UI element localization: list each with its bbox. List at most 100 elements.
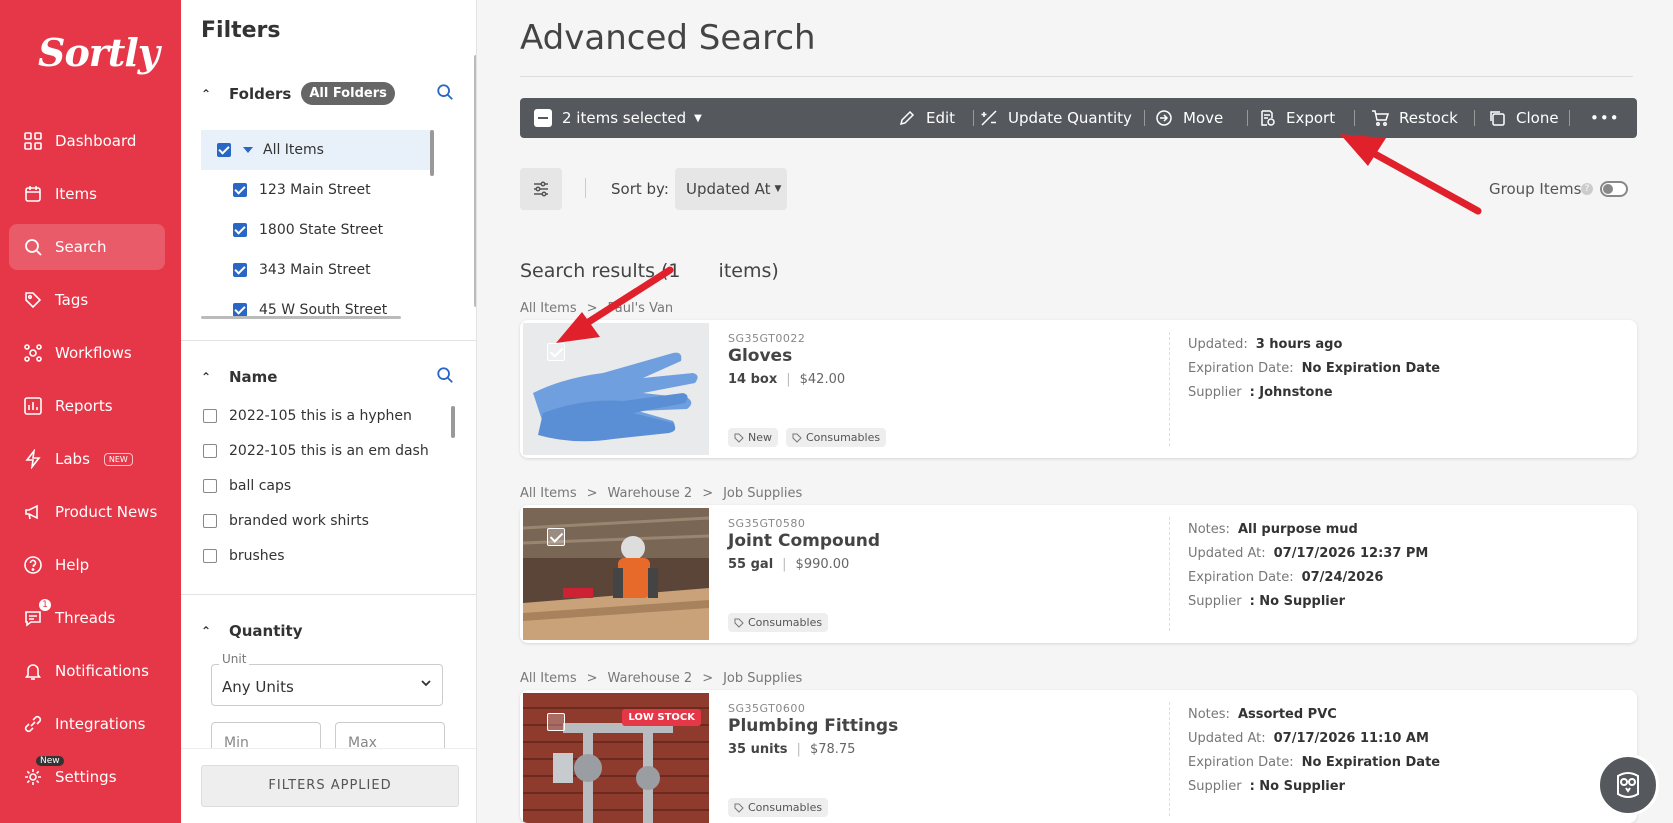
item-quantity: 14 box | $42.00: [728, 372, 845, 387]
breadcrumb-item[interactable]: Warehouse 2: [608, 486, 693, 501]
checkbox[interactable]: [203, 548, 217, 563]
folder-item[interactable]: 343 Main Street: [201, 250, 431, 290]
name-list-scrollbar[interactable]: [451, 406, 455, 438]
name-item[interactable]: ball caps: [203, 468, 433, 503]
folder-search-icon[interactable]: [436, 83, 454, 101]
item-name[interactable]: Joint Compound: [728, 531, 880, 551]
deselect-checkbox[interactable]: [534, 109, 552, 127]
folder-list-hscrollbar[interactable]: [201, 316, 401, 319]
name-section-header[interactable]: ⌃ Name: [201, 368, 277, 386]
separator: [973, 110, 974, 126]
checkbox[interactable]: [203, 478, 217, 493]
folder-label: 123 Main Street: [259, 182, 371, 198]
restock-button[interactable]: Restock: [1371, 98, 1458, 138]
folder-list-scrollbar[interactable]: [430, 130, 434, 176]
folder-item[interactable]: 45 W South Street: [201, 290, 431, 316]
divider: [520, 76, 1633, 77]
breadcrumb-item[interactable]: Paul's Van: [608, 301, 674, 316]
checkbox[interactable]: [217, 143, 231, 157]
breadcrumb-item[interactable]: All Items: [520, 301, 577, 316]
breadcrumb-item[interactable]: Job Supplies: [723, 671, 802, 686]
item-select-checkbox[interactable]: [547, 343, 565, 361]
tag-chip[interactable]: Consumables: [728, 613, 829, 632]
selection-dropdown[interactable]: 2 items selected ▼: [534, 98, 702, 138]
unit-select[interactable]: Any Units: [211, 664, 443, 706]
item-select-checkbox[interactable]: [547, 713, 565, 731]
tag-chip[interactable]: Consumables: [786, 428, 887, 447]
nav-tags[interactable]: Tags: [9, 277, 165, 323]
nav-settings[interactable]: New Settings: [9, 754, 165, 800]
meta-row: Supplier: No Supplier: [1188, 589, 1428, 613]
folder-label: All Items: [263, 142, 324, 158]
name-item[interactable]: 2022-105 this is an em dash: [203, 433, 433, 468]
folder-item[interactable]: 1800 State Street: [201, 210, 431, 250]
checkbox[interactable]: [203, 408, 217, 423]
folder-item-all-items[interactable]: All Items: [201, 130, 431, 170]
nav-labs[interactable]: Labs NEW: [9, 436, 165, 482]
folders-section-header[interactable]: ⌃ Folders All Folders: [201, 82, 395, 105]
sortly-logo[interactable]: Sortly: [38, 30, 160, 75]
edit-button[interactable]: Edit: [898, 98, 955, 138]
move-button[interactable]: Move: [1155, 98, 1223, 138]
breadcrumb-item[interactable]: All Items: [520, 671, 577, 686]
filter-toggle-button[interactable]: [520, 168, 562, 210]
separator: |: [796, 742, 801, 757]
checkbox[interactable]: [203, 443, 217, 458]
item-select-checkbox[interactable]: [547, 528, 565, 546]
tag-chip[interactable]: Consumables: [728, 798, 829, 817]
quantity-value: 35 units: [728, 742, 788, 757]
all-folders-pill[interactable]: All Folders: [301, 82, 395, 105]
item-sku: SG35GT0022: [728, 332, 806, 345]
name-label: brushes: [229, 547, 285, 564]
nav-label: Labs: [55, 450, 90, 468]
breadcrumb-item[interactable]: Job Supplies: [723, 486, 802, 501]
gear-icon: [25, 769, 41, 785]
nav-product-news[interactable]: Product News: [9, 489, 165, 535]
nav-dashboard[interactable]: Dashboard: [9, 118, 165, 164]
breadcrumb-item[interactable]: Warehouse 2: [608, 671, 693, 686]
item-name[interactable]: Plumbing Fittings: [728, 716, 898, 736]
nav-threads[interactable]: 1 Threads: [9, 595, 165, 641]
checkbox[interactable]: [233, 303, 247, 316]
item-sku: SG35GT0580: [728, 517, 806, 530]
nav-notifications[interactable]: Notifications: [9, 648, 165, 694]
nav-items[interactable]: Items: [9, 171, 165, 217]
nav-workflows[interactable]: Workflows: [9, 330, 165, 376]
item-card[interactable]: LOW STOCK SG35GT0600 Plumbing Fittings 3…: [520, 690, 1637, 823]
folder-item[interactable]: 123 Main Street: [201, 170, 431, 210]
checkbox[interactable]: [203, 513, 217, 528]
name-item[interactable]: brushes: [203, 538, 433, 573]
folder-label: 45 W South Street: [259, 302, 388, 316]
update-quantity-button[interactable]: Update Quantity: [980, 98, 1132, 138]
help-chat-button[interactable]: [1597, 754, 1659, 816]
name-item[interactable]: 2022-105 this is a hyphen: [203, 398, 433, 433]
quantity-section-header[interactable]: ⌃ Quantity: [201, 622, 303, 640]
item-name[interactable]: Gloves: [728, 346, 792, 366]
nav-search[interactable]: Search: [9, 224, 165, 270]
nav-integrations[interactable]: Integrations: [9, 701, 165, 747]
item-card[interactable]: SG35GT0580 Joint Compound 55 gal | $990.00…: [520, 505, 1637, 643]
group-items-toggle[interactable]: [1600, 181, 1628, 197]
checkbox[interactable]: [233, 183, 247, 197]
caret-down-icon[interactable]: [243, 147, 253, 153]
name-list: 2022-105 this is a hyphen 2022-105 this …: [203, 398, 433, 573]
breadcrumb-item[interactable]: All Items: [520, 486, 577, 501]
sort-dropdown[interactable]: Updated At ▼: [675, 168, 787, 210]
folder-label: 343 Main Street: [259, 262, 371, 278]
more-actions-button[interactable]: •••: [1590, 98, 1620, 138]
name-search-icon[interactable]: [436, 366, 454, 384]
name-item[interactable]: branded work shirts: [203, 503, 433, 538]
clone-button[interactable]: Clone: [1488, 98, 1559, 138]
filters-applied-button[interactable]: FILTERS APPLIED: [201, 765, 459, 807]
question-icon[interactable]: ?: [1581, 183, 1593, 195]
checkbox[interactable]: [233, 263, 247, 277]
page-title: Advanced Search: [520, 18, 816, 58]
chevron-up-icon: ⌃: [201, 624, 212, 638]
nav-help[interactable]: Help: [9, 542, 165, 588]
checkbox[interactable]: [233, 223, 247, 237]
nav-reports[interactable]: Reports: [9, 383, 165, 429]
tag-chip[interactable]: New: [728, 428, 778, 447]
meta-value: No Expiration Date: [1301, 360, 1441, 376]
item-card[interactable]: SG35GT0022 Gloves 14 box | $42.00 New Cons…: [520, 320, 1637, 458]
export-button[interactable]: Export: [1258, 98, 1335, 138]
